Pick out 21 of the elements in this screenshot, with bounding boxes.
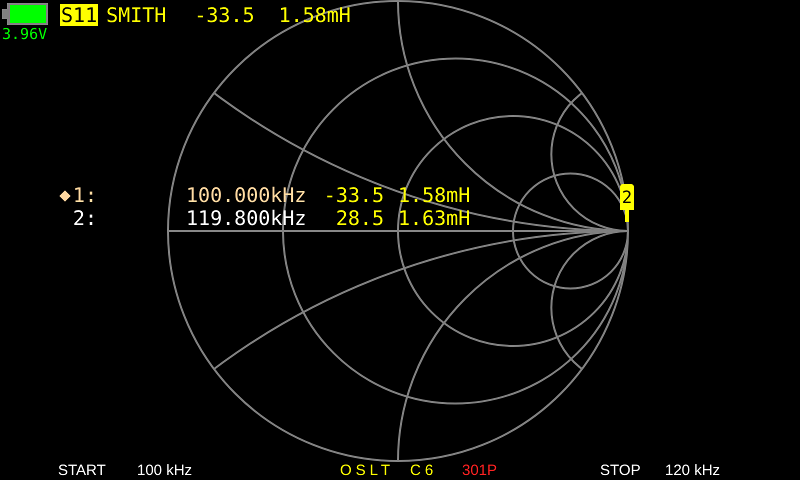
- marker-reading: 1.58mH: [398, 184, 470, 207]
- stop-label: STOP: [600, 461, 641, 480]
- calibration-status: OSLT: [340, 461, 394, 480]
- trace-format: SMITH: [106, 4, 166, 26]
- marker-label[interactable]: 2:: [72, 207, 97, 230]
- marker-reading: 1.63mH: [398, 207, 470, 230]
- calibration-slot: C6: [410, 461, 438, 480]
- trace-label[interactable]: S11: [60, 4, 98, 26]
- trace-value: -33.5: [194, 4, 255, 26]
- trace-reading: 1.58mH: [278, 4, 351, 26]
- marker-frequency: 119.800kHz: [186, 207, 306, 230]
- battery-voltage: 3.96V: [2, 26, 48, 42]
- start-frequency: 100 kHz: [137, 461, 192, 480]
- marker-value: -33.5: [322, 184, 384, 207]
- marker-value: 28.5: [334, 207, 384, 230]
- start-label: START: [58, 461, 106, 480]
- marker-frequency: 100.000kHz: [186, 184, 306, 207]
- sweep-points: 301P: [462, 461, 498, 480]
- marker-label[interactable]: 1:: [72, 184, 97, 207]
- marker-flag: 2: [620, 184, 634, 222]
- stop-frequency: 120 kHz: [665, 461, 720, 480]
